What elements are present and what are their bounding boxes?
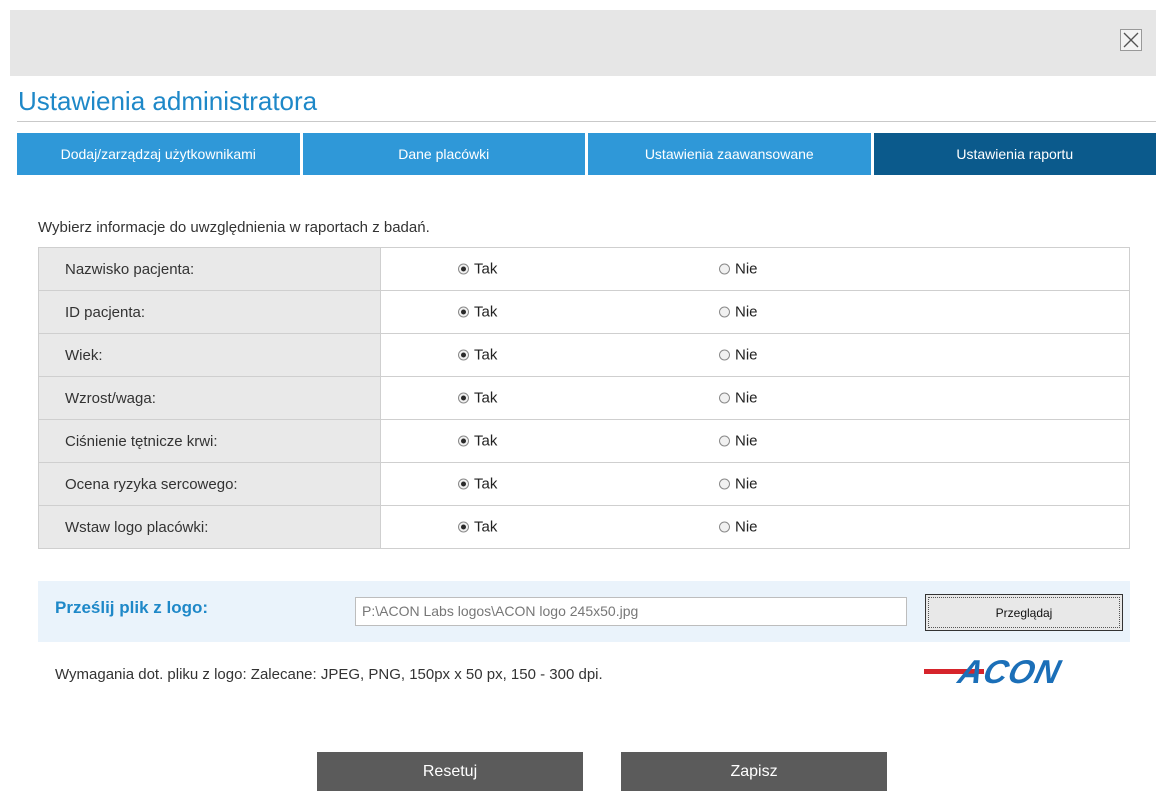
option-choices: Tak Nie: [380, 376, 1130, 420]
option-row: Wiek: Tak Nie: [38, 333, 1130, 377]
radio-label: Tak: [474, 346, 498, 364]
dialog-header-bar: [10, 10, 1156, 76]
radio-yes[interactable]: Tak: [458, 519, 497, 536]
radio-checked-icon[interactable]: [458, 349, 469, 361]
radio-no[interactable]: Nie: [719, 476, 758, 493]
radio-checked-icon[interactable]: [458, 435, 469, 447]
acon-logo: ACON: [924, 654, 1065, 687]
radio-unchecked-icon[interactable]: [719, 521, 730, 533]
radio-label: Nie: [735, 432, 758, 450]
option-choices: Tak Nie: [380, 333, 1130, 377]
radio-no[interactable]: Nie: [719, 347, 758, 364]
close-button[interactable]: [1120, 29, 1142, 51]
logo-requirements-text: Wymagania dot. pliku z logo: Zalecane: J…: [55, 666, 603, 683]
option-label: Ocena ryzyka sercowego:: [38, 462, 381, 506]
intro-text: Wybierz informacje do uwzględnienia w ra…: [38, 219, 430, 236]
option-label: ID pacjenta:: [38, 290, 381, 334]
radio-unchecked-icon[interactable]: [719, 263, 730, 275]
option-row: Ocena ryzyka sercowego: Tak Nie: [38, 462, 1130, 506]
browse-button[interactable]: Przeglądaj: [925, 594, 1123, 631]
radio-label: Nie: [735, 303, 758, 321]
report-options-table: Nazwisko pacjenta: Tak Nie ID pacjenta: Tak N…: [38, 247, 1130, 549]
tab-advanced[interactable]: Ustawienia zaawansowane: [588, 133, 871, 175]
radio-checked-icon[interactable]: [458, 306, 469, 318]
option-label: Wiek:: [38, 333, 381, 377]
radio-yes[interactable]: Tak: [458, 476, 497, 493]
logo-letters: ACON: [954, 654, 1065, 687]
option-choices: Tak Nie: [380, 419, 1130, 463]
radio-yes[interactable]: Tak: [458, 347, 497, 364]
option-label: Ciśnienie tętnicze krwi:: [38, 419, 381, 463]
option-row: ID pacjenta: Tak Nie: [38, 290, 1130, 334]
tab-facility[interactable]: Dane placówki: [302, 133, 585, 175]
option-choices: Tak Nie: [380, 290, 1130, 334]
title-divider: [17, 121, 1156, 122]
radio-no[interactable]: Nie: [719, 519, 758, 536]
tab-users[interactable]: Dodaj/zarządzaj użytkownikami: [17, 133, 300, 175]
radio-no[interactable]: Nie: [719, 261, 758, 278]
radio-yes[interactable]: Tak: [458, 261, 497, 278]
tab-report-settings[interactable]: Ustawienia raportu: [873, 133, 1156, 175]
close-icon: [1123, 32, 1139, 48]
logo-text: ACON: [954, 654, 1065, 687]
option-row: Nazwisko pacjenta: Tak Nie: [38, 247, 1130, 291]
option-row: Wstaw logo placówki: Tak Nie: [38, 505, 1130, 549]
option-label: Wstaw logo placówki:: [38, 505, 381, 549]
radio-unchecked-icon[interactable]: [719, 306, 730, 318]
radio-yes[interactable]: Tak: [458, 433, 497, 450]
radio-label: Tak: [474, 432, 498, 450]
upload-label: Prześlij plik z logo:: [55, 598, 209, 617]
option-choices: Tak Nie: [380, 462, 1130, 506]
logo-upload-panel: Prześlij plik z logo: P:\ACON Labs logos…: [38, 581, 1130, 642]
option-choices: Tak Nie: [380, 247, 1130, 291]
radio-unchecked-icon[interactable]: [719, 435, 730, 447]
option-row: Ciśnienie tętnicze krwi: Tak Nie: [38, 419, 1130, 463]
save-button[interactable]: Zapisz: [621, 752, 887, 791]
radio-checked-icon[interactable]: [458, 521, 469, 533]
radio-label: Nie: [735, 260, 758, 278]
radio-label: Tak: [474, 260, 498, 278]
radio-label: Nie: [735, 346, 758, 364]
option-choices: Tak Nie: [380, 505, 1130, 549]
radio-label: Tak: [474, 518, 498, 536]
radio-checked-icon[interactable]: [458, 263, 469, 275]
radio-no[interactable]: Nie: [719, 390, 758, 407]
radio-yes[interactable]: Tak: [458, 304, 497, 321]
logo-file-path-input[interactable]: P:\ACON Labs logos\ACON logo 245x50.jpg: [355, 597, 907, 626]
page-title: Ustawienia administratora: [18, 86, 318, 116]
radio-label: Nie: [735, 475, 758, 493]
radio-unchecked-icon[interactable]: [719, 349, 730, 361]
radio-checked-icon[interactable]: [458, 478, 469, 490]
option-label: Wzrost/waga:: [38, 376, 381, 420]
radio-label: Nie: [735, 389, 758, 407]
radio-unchecked-icon[interactable]: [719, 392, 730, 404]
option-row: Wzrost/waga: Tak Nie: [38, 376, 1130, 420]
radio-label: Tak: [474, 303, 498, 321]
radio-unchecked-icon[interactable]: [719, 478, 730, 490]
reset-button[interactable]: Resetuj: [317, 752, 583, 791]
radio-label: Nie: [735, 518, 758, 536]
radio-label: Tak: [474, 475, 498, 493]
tab-bar: Dodaj/zarządzaj użytkownikami Dane placó…: [17, 133, 1156, 175]
radio-label: Tak: [474, 389, 498, 407]
radio-no[interactable]: Nie: [719, 304, 758, 321]
radio-no[interactable]: Nie: [719, 433, 758, 450]
radio-yes[interactable]: Tak: [458, 390, 497, 407]
radio-checked-icon[interactable]: [458, 392, 469, 404]
option-label: Nazwisko pacjenta:: [38, 247, 381, 291]
